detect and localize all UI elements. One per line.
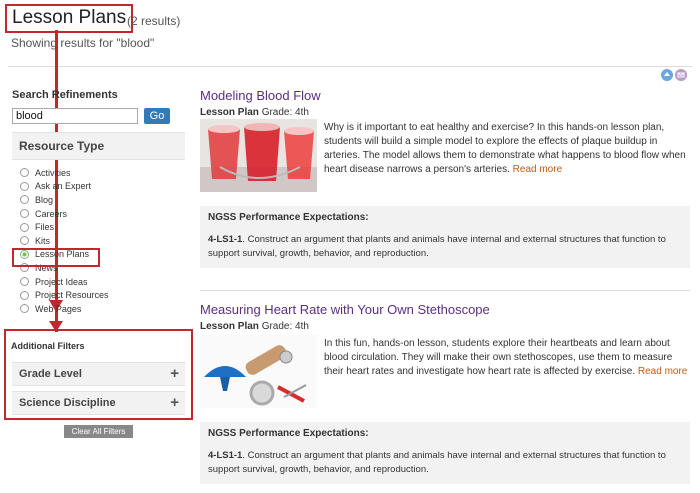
resource-type-label: Activities	[35, 167, 71, 178]
divider	[200, 290, 690, 291]
radio-button[interactable]	[20, 181, 29, 191]
result-type: Lesson Plan	[200, 107, 259, 118]
ngss-description: . Construct an argument that plants and …	[208, 234, 666, 259]
resource-type-label: Web Pages	[35, 303, 82, 314]
science-discipline-filter[interactable]: Science Discipline +	[12, 391, 185, 415]
ngss-box: NGSS Performance Expectations: 4-LS1-1. …	[200, 206, 690, 268]
result-meta: Lesson Plan Grade: 4th	[200, 321, 690, 332]
page-title-highlight: Lesson Plans	[5, 4, 134, 33]
radio-button[interactable]	[20, 168, 29, 178]
ngss-text: 4-LS1-1. Construct an argument that plan…	[208, 449, 684, 477]
result-description: Why is it important to eat healthy and e…	[324, 121, 688, 177]
resource-type-list: Activities Ask an Expert Blog Careers Fi…	[20, 166, 109, 316]
resource-type-label: Project Resources	[35, 290, 109, 301]
lesson-plans-highlight	[12, 248, 100, 267]
result-thumbnail[interactable]	[200, 335, 317, 408]
result-title-link[interactable]: Measuring Heart Rate with Your Own Steth…	[200, 302, 690, 317]
ngss-text: 4-LS1-1. Construct an argument that plan…	[208, 233, 684, 261]
resource-type-label: Careers	[35, 208, 68, 219]
grade-level-filter[interactable]: Grade Level +	[12, 362, 185, 386]
clear-all-filters-button[interactable]: Clear All Filters	[64, 425, 133, 438]
filter-label: Science Discipline	[19, 397, 116, 409]
resource-type-item[interactable]: Project Resources	[20, 288, 109, 302]
showing-results-text: Showing results for "blood"	[11, 36, 155, 50]
ngss-code[interactable]: 4-LS1-1	[208, 450, 242, 461]
result-title-link[interactable]: Modeling Blood Flow	[200, 88, 690, 103]
resource-type-item[interactable]: Project Ideas	[20, 275, 109, 289]
print-icon[interactable]	[661, 69, 673, 81]
result-item: Measuring Heart Rate with Your Own Steth…	[200, 302, 690, 484]
resource-type-label: Files	[35, 222, 55, 233]
resource-type-item[interactable]: Blog	[20, 193, 109, 207]
result-thumbnail[interactable]	[200, 119, 317, 192]
page-title: Lesson Plans	[12, 7, 127, 28]
plus-icon[interactable]: +	[170, 392, 179, 414]
radio-button[interactable]	[20, 236, 29, 246]
resource-type-item[interactable]: Careers	[20, 207, 109, 221]
radio-button[interactable]	[20, 222, 29, 232]
go-button[interactable]: Go	[144, 108, 170, 124]
description-text: In this fun, hands-on lesson, students e…	[324, 338, 673, 377]
description-text: Why is it important to eat healthy and e…	[324, 122, 686, 175]
ngss-title: NGSS Performance Expectations:	[208, 428, 369, 439]
result-type: Lesson Plan	[200, 321, 259, 332]
radio-button[interactable]	[20, 277, 29, 287]
page-title-wrap: Lesson Plans	[5, 4, 134, 33]
search-input[interactable]	[12, 108, 138, 124]
resource-type-item[interactable]: Web Pages	[20, 302, 109, 316]
read-more-link[interactable]: Read more	[638, 366, 687, 377]
resource-type-label: Project Ideas	[35, 276, 88, 287]
result-grade: Grade: 4th	[261, 107, 309, 118]
resource-type-item[interactable]: Files	[20, 220, 109, 234]
resource-type-label: Ask an Expert	[35, 181, 92, 192]
plus-icon[interactable]: +	[170, 363, 179, 385]
radio-button[interactable]	[20, 290, 29, 300]
email-icon[interactable]	[675, 69, 687, 81]
result-meta: Lesson Plan Grade: 4th	[200, 107, 690, 118]
result-grade: Grade: 4th	[261, 321, 309, 332]
radio-button[interactable]	[20, 304, 29, 314]
ngss-code[interactable]: 4-LS1-1	[208, 234, 242, 245]
ngss-box: NGSS Performance Expectations: 4-LS1-1. …	[200, 422, 690, 484]
ngss-title: NGSS Performance Expectations:	[208, 212, 369, 223]
resource-type-item[interactable]: Kits	[20, 234, 109, 248]
resource-type-header[interactable]: Resource Type	[12, 132, 185, 160]
resource-type-label: Blog	[35, 194, 54, 205]
radio-button[interactable]	[20, 209, 29, 219]
radio-button[interactable]	[20, 195, 29, 205]
resource-type-item[interactable]: Ask an Expert	[20, 180, 109, 194]
resource-type-item[interactable]: Activities	[20, 166, 109, 180]
ngss-description: . Construct an argument that plants and …	[208, 450, 666, 475]
divider	[8, 66, 692, 67]
result-item: Modeling Blood Flow Lesson Plan Grade: 4…	[200, 88, 690, 268]
filter-label: Grade Level	[19, 368, 82, 380]
read-more-link[interactable]: Read more	[513, 164, 562, 175]
result-description: In this fun, hands-on lesson, students e…	[324, 337, 688, 379]
resource-type-label: Kits	[35, 235, 51, 246]
search-refinements-title: Search Refinements	[12, 89, 118, 101]
result-count: (2 results)	[127, 14, 181, 28]
additional-filters-title: Additional Filters	[11, 341, 85, 351]
